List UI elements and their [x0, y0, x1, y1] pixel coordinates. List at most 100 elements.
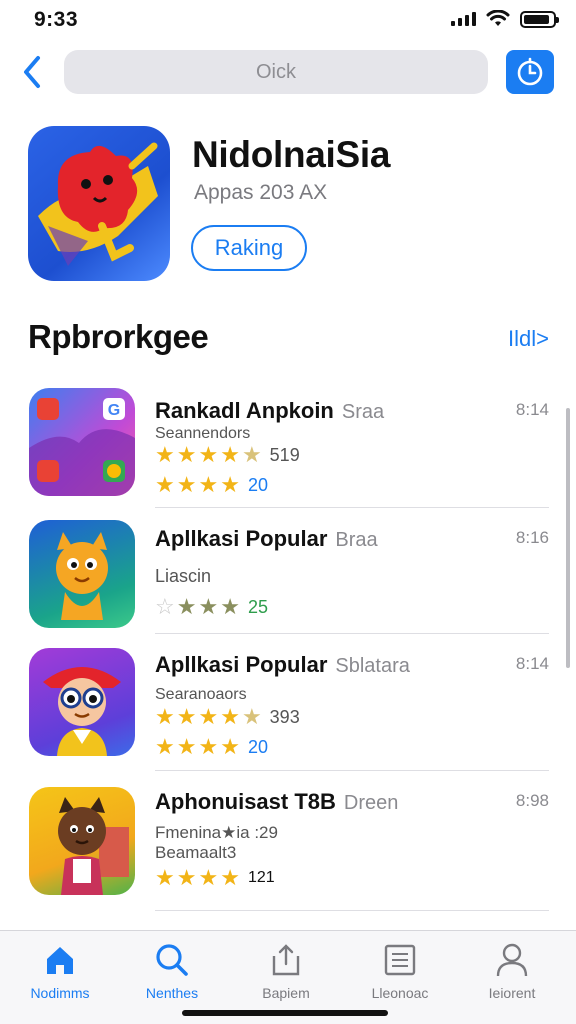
home-indicator[interactable]: [182, 1010, 388, 1016]
app-subtitle: Seannendors: [155, 425, 251, 442]
list-item[interactable]: G Rankadl Anpkoin Sraa 8:14 Seannendors ★…: [0, 380, 576, 508]
star-rating: ★★★★★: [155, 474, 240, 496]
tab-label: Bapiem: [262, 985, 310, 1001]
app-meta: 8:14: [515, 400, 549, 419]
divider: [155, 910, 549, 911]
star-icon: ★: [176, 594, 197, 619]
search-icon: [156, 944, 188, 976]
star-icon: ★: [176, 442, 197, 467]
tab-search[interactable]: Nenthes: [122, 941, 222, 1001]
app-subtitle: Searanoaors: [155, 686, 247, 703]
red-character-icon: [38, 142, 158, 266]
star-icon: ★: [155, 865, 175, 890]
hero-app-icon[interactable]: [28, 126, 170, 281]
app-tag: Sblatara: [335, 655, 410, 677]
star-icon: ★: [155, 734, 175, 759]
rating-row: ★ ★ ★ ★ ★ 393: [155, 706, 300, 728]
tab-label: Lleonoac: [371, 985, 429, 1001]
star-rating: ★★★★★: [155, 867, 240, 889]
star-icon: ★: [241, 442, 262, 467]
list-item[interactable]: Apllkasi Popular Sblatara 8:14 Searanoaor…: [0, 634, 576, 771]
star-icon: ★: [220, 704, 240, 729]
list-item[interactable]: Apllkasi Popular Braa 8:16 Liascin ☆ ★ ★ ★ 25: [0, 508, 576, 634]
tab-documents[interactable]: Lleonoac: [350, 941, 450, 1001]
section-title: Rpbrorkgee: [28, 318, 209, 355]
star-icon: ★: [220, 865, 240, 890]
rating-count: 519: [269, 444, 300, 465]
search-placeholder: Oick: [256, 60, 296, 83]
star-icon: ★: [176, 704, 197, 729]
rating-row: ★★★★★ 121: [155, 867, 275, 889]
app-subtitle: Liascin: [155, 566, 212, 586]
svg-text:G: G: [108, 402, 120, 419]
tab-label: Ieiorent: [488, 985, 536, 1001]
app-subtitle: Fmenina★ia :29: [155, 823, 278, 842]
rating-count: 25: [247, 596, 268, 617]
star-rating: ★★★★★: [155, 444, 262, 466]
app-icon-cat-character: [29, 520, 135, 628]
star-icon: ★: [176, 734, 197, 759]
star-icon: ★: [198, 594, 219, 619]
app-list: G Rankadl Anpkoin Sraa 8:14 Seannendors ★…: [0, 380, 576, 911]
app-tag: Dreen: [343, 792, 399, 814]
star-icon: ★: [198, 472, 219, 497]
app-icon-glasses-character: [29, 648, 135, 756]
star-rating: ★★★★★: [155, 736, 240, 758]
rating-count: 20: [247, 474, 268, 495]
star-icon: ★: [155, 442, 175, 467]
list-item[interactable]: Aphonuisast T8B Dreen 8:98 Fmenina★ia :29…: [0, 771, 576, 911]
star-icon: ★: [176, 472, 197, 497]
share-icon: [272, 944, 300, 976]
rating-row: ★ ★ ★ ★ ★ 519: [155, 444, 300, 466]
star-rating: ★★★★★: [155, 706, 262, 728]
app-subtitle-2: Beamaalt3: [155, 843, 237, 862]
star-icon: ★: [220, 442, 240, 467]
search-input[interactable]: Oick: [64, 50, 488, 94]
app-name: Aphonuisast T8B Dreen: [155, 789, 399, 814]
rating-count: 20: [247, 736, 268, 757]
back-button[interactable]: [14, 52, 50, 92]
rating-count: 393: [269, 706, 300, 727]
rating-count: 121: [247, 869, 275, 886]
app-meta: 8:98: [515, 791, 549, 810]
app-icon-girl-character: [29, 787, 135, 895]
person-icon: [496, 943, 528, 977]
star-icon: ★: [176, 865, 197, 890]
star-icon: ★: [198, 442, 219, 467]
signal-icon: [451, 12, 476, 26]
see-all-link[interactable]: Ildl>: [508, 326, 549, 352]
tab-profile[interactable]: Ieiorent: [462, 941, 562, 1001]
ranking-button[interactable]: Raking: [191, 225, 307, 271]
status-bar: 9:33: [0, 0, 576, 40]
app-name: Apllkasi Popular Braa: [155, 526, 378, 551]
wifi-icon: [486, 10, 510, 26]
star-icon: ★: [198, 734, 219, 759]
star-icon: ★: [155, 704, 175, 729]
star-icon: ★: [220, 472, 240, 497]
rating-row: ☆ ★ ★ ★ 25: [155, 596, 268, 618]
star-rating: ☆ ★ ★ ★: [155, 596, 240, 618]
star-icon: ★: [198, 704, 219, 729]
battery-icon: [520, 10, 559, 28]
timer-button[interactable]: [506, 50, 554, 94]
star-icon: ★: [220, 594, 240, 619]
hero-app-subtitle: Appas 203 AX: [194, 181, 328, 204]
nav-bar: Oick: [0, 46, 576, 102]
status-time: 9:33: [34, 8, 79, 31]
rating-row: ★★★★★ 20: [155, 736, 268, 758]
app-name: Apllkasi Popular Sblatara: [155, 652, 410, 677]
rating-row: ★★★★★ 20: [155, 474, 268, 496]
star-icon: ☆: [155, 594, 175, 619]
tab-share[interactable]: Bapiem: [236, 941, 336, 1001]
chevron-left-icon: [24, 56, 40, 88]
scrollbar[interactable]: [566, 408, 570, 668]
star-icon: ★: [241, 704, 262, 729]
app-meta: 8:16: [515, 528, 549, 547]
tab-home[interactable]: Nodimms: [10, 941, 110, 1001]
tab-label: Nenthes: [145, 985, 199, 1001]
star-icon: ★: [198, 865, 219, 890]
star-icon: ★: [220, 734, 240, 759]
home-icon: [47, 947, 73, 974]
app-icon-games-collection: G: [29, 388, 135, 496]
document-icon: [384, 944, 416, 976]
